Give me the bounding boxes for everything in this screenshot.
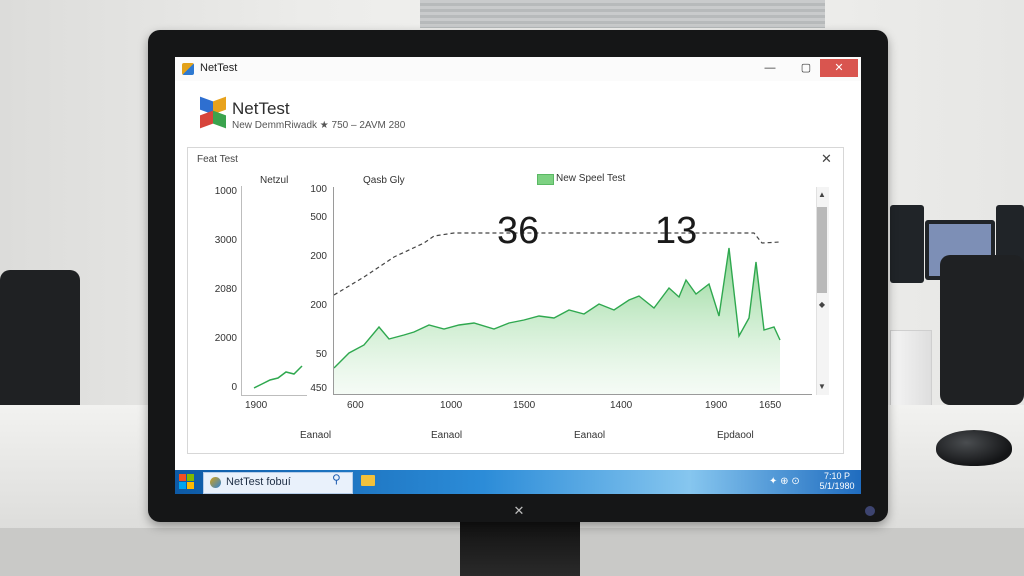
office-chair <box>940 255 1024 405</box>
y-tick: 450 <box>310 383 327 394</box>
maximize-button[interactable]: ▢ <box>788 59 824 77</box>
window-blinds <box>420 0 825 28</box>
mini-y-tick: 1000 <box>214 186 237 197</box>
panel-close-button[interactable]: ✕ <box>821 151 832 167</box>
x-tick: 1500 <box>513 400 536 411</box>
search-icon[interactable]: ⚲ <box>332 472 341 486</box>
mini-y-tick: 2000 <box>214 333 237 344</box>
x-axis-label: Epdaool <box>717 430 754 441</box>
power-button-icon[interactable] <box>865 506 875 516</box>
mini-y-tick: 0 <box>231 382 237 393</box>
taskbar: NetTest fobuí ⚲ ✦ ⊕ ⊙ 7:10 P 5/1/1980 <box>175 470 861 494</box>
app-icon <box>182 63 194 75</box>
y-tick: 200 <box>310 300 327 311</box>
upload-readout: 13 <box>655 210 698 252</box>
clock-date: 5/1/1980 <box>819 481 855 491</box>
chart-title: Qasb Gly <box>363 175 405 186</box>
x-axis-label: Eanaol <box>431 430 463 441</box>
clock-time: 7:10 P <box>823 471 851 481</box>
speed-chart <box>333 187 812 395</box>
legend-label: New Speel Test <box>556 173 626 184</box>
taskbar-app-nettest[interactable]: NetTest fobuí <box>203 472 353 494</box>
app-subtitle: New DemmRiwadk ★ 750 – 2AVM 280 <box>232 120 406 131</box>
panel-title: Feat Test <box>197 154 238 165</box>
minimize-button[interactable]: — <box>752 59 788 77</box>
mini-chart-label: Netzul <box>260 175 289 186</box>
close-button[interactable]: ✕ <box>820 59 858 77</box>
start-button[interactable] <box>179 474 195 490</box>
y-tick: 200 <box>310 251 327 262</box>
download-readout: 36 <box>497 210 540 252</box>
background-monitor <box>890 205 924 283</box>
x-tick: 1400 <box>610 400 633 411</box>
speed-area <box>334 248 780 394</box>
window-titlebar: NetTest — ▢ ✕ <box>175 57 861 81</box>
dashed-trend-line <box>333 232 781 296</box>
y-tick: 50 <box>315 349 327 360</box>
x-tick: 1000 <box>440 400 463 411</box>
screen: NetTest — ▢ ✕ NetTest New DemmRiwadk ★ 7… <box>175 57 861 494</box>
x-tick: 600 <box>347 400 364 411</box>
y-tick: 100 <box>310 184 327 195</box>
mini-x-label: Eanaol <box>300 430 332 441</box>
x-tick: 1650 <box>759 400 782 411</box>
scroll-up-icon[interactable]: ▲ <box>816 190 828 199</box>
computer-mouse <box>936 430 1012 466</box>
scroll-down-icon[interactable]: ▼ <box>816 382 828 391</box>
netttest-logo-icon <box>200 96 226 129</box>
system-tray-icons[interactable]: ✦ ⊕ ⊙ <box>769 476 800 487</box>
app-name: NetTest <box>232 99 290 118</box>
mini-y-tick: 3000 <box>214 235 237 246</box>
folder-icon[interactable] <box>361 475 375 486</box>
taskbar-clock[interactable]: 7:10 P 5/1/1980 <box>815 471 859 491</box>
taskbar-app-label: NetTest fobuí <box>226 476 291 488</box>
scrollbar-thumb[interactable] <box>817 207 827 293</box>
legend-swatch <box>537 174 554 185</box>
y-tick: 500 <box>310 212 327 223</box>
scroll-marker-icon: ◆ <box>818 300 826 309</box>
mini-y-tick: 2080 <box>214 284 237 295</box>
monitor-logo-icon: ✕ <box>513 503 525 518</box>
x-tick: 1900 <box>705 400 728 411</box>
speed-chart-svg <box>333 232 781 394</box>
monitor-stand <box>460 520 580 576</box>
mini-x-tick: 1900 <box>245 400 268 411</box>
window-title: NetTest <box>200 62 238 74</box>
nettest-taskbar-icon <box>210 477 221 488</box>
x-axis-label: Eanaol <box>574 430 606 441</box>
